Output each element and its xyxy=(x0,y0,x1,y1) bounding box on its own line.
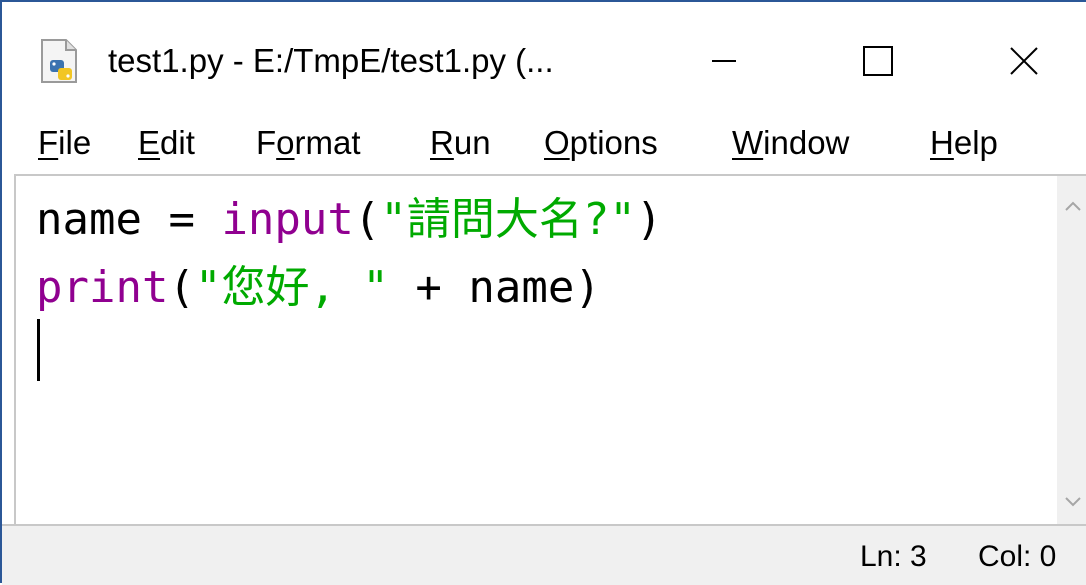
menu-window[interactable]: Window xyxy=(732,124,849,162)
maximize-icon xyxy=(861,44,895,83)
code-editor[interactable]: name = input("請問大名?") print("您好, " + nam… xyxy=(14,174,1057,524)
code-token: ( xyxy=(353,194,381,245)
code-token: input xyxy=(221,194,354,245)
code-token: "您好, " xyxy=(194,262,389,313)
code-token: ) xyxy=(635,194,663,245)
code-line: name = input("請問大名?") xyxy=(36,186,662,254)
menu-format[interactable]: Format xyxy=(256,124,361,162)
code-token: ( xyxy=(168,262,195,313)
idle-editor-window: test1.py - E:/TmpE/test1.py (... File Ed… xyxy=(0,0,1086,585)
code-token: name = xyxy=(36,194,222,245)
title-bar[interactable]: test1.py - E:/TmpE/test1.py (... xyxy=(2,2,1086,106)
close-button[interactable] xyxy=(984,32,1064,94)
line-indicator: Ln: 3 xyxy=(860,540,927,573)
python-file-icon xyxy=(40,38,80,84)
menu-edit[interactable]: Edit xyxy=(138,124,195,162)
scroll-up-icon[interactable] xyxy=(1061,196,1085,216)
code-token: + name) xyxy=(388,262,601,313)
close-icon xyxy=(1007,44,1041,83)
minimize-button[interactable] xyxy=(684,32,764,94)
menu-file[interactable]: File xyxy=(38,124,91,162)
vertical-scrollbar[interactable] xyxy=(1057,174,1086,524)
code-line: print("您好, " + name) xyxy=(36,254,601,322)
menu-help[interactable]: Help xyxy=(930,124,998,162)
minimize-icon xyxy=(709,46,739,81)
code-token: "請問大名?" xyxy=(380,194,636,245)
scroll-down-icon[interactable] xyxy=(1061,492,1085,512)
menu-bar: File Edit Format Run Options Window Help xyxy=(2,106,1086,174)
column-indicator: Col: 0 xyxy=(978,540,1057,573)
maximize-button[interactable] xyxy=(838,32,918,94)
code-token: print xyxy=(36,262,169,313)
menu-run[interactable]: Run xyxy=(430,124,491,162)
text-caret xyxy=(37,319,40,381)
menu-options[interactable]: Options xyxy=(544,124,658,162)
status-bar: Ln: 3 Col: 0 xyxy=(2,524,1086,585)
window-title: test1.py - E:/TmpE/test1.py (... xyxy=(108,42,554,79)
